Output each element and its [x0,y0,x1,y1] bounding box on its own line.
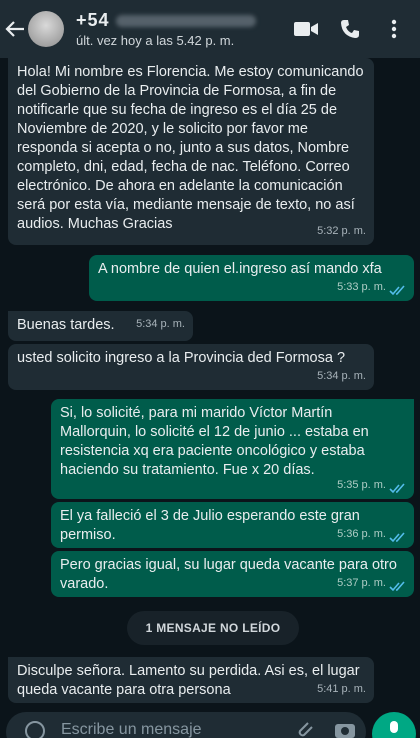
attach-icon[interactable] [294,718,314,738]
header-actions [284,18,416,40]
camera-icon[interactable] [334,720,356,738]
message-time: 5:37 p. m. [337,577,386,589]
emoji-icon[interactable] [24,720,46,738]
last-seen-status: últ. vez hoy a las 5.42 p. m. [76,33,235,48]
redacted-number [115,15,256,28]
message-time: 5:36 p. m. [337,528,386,540]
more-vertical-icon [391,19,397,39]
message-outgoing[interactable]: Si, lo solicité, para mi marido Víctor M… [51,399,414,499]
avatar[interactable] [28,11,64,47]
message-time: 5:41 p. m. [317,683,366,695]
message-outgoing[interactable]: Pero gracias igual, su lugar queda vacan… [51,551,414,597]
read-ticks-icon [389,483,405,494]
message-composer: Escribe un mensaje [0,712,420,738]
video-camera-icon [294,22,318,36]
video-call-button[interactable] [284,18,328,40]
message-outgoing[interactable]: El ya falleció el 3 de Julio esperando e… [51,502,414,548]
read-ticks-icon [389,285,405,296]
message-incoming[interactable]: Disculpe señora. Lamento su perdida. Asi… [8,657,374,703]
menu-button[interactable] [372,18,416,40]
message-text: A nombre de quien el.ingreso así mando x… [98,261,382,277]
message-time: 5:34 p. m. [136,318,185,330]
phone-icon [341,20,359,38]
message-text: Si, lo solicité, para mi marido Víctor M… [60,405,369,478]
message-time: 5:34 p. m. [317,370,366,382]
message-time: 5:35 p. m. [337,479,386,491]
read-ticks-icon [389,581,405,592]
contact-info[interactable]: +54 últ. vez hoy a las 5.42 p. m. [76,10,284,48]
voice-call-button[interactable] [328,18,372,40]
message-incoming[interactable]: Buenas tardes. 5:34 p. m. [8,311,193,341]
message-input[interactable]: Escribe un mensaje [6,712,366,738]
microphone-icon [390,721,398,733]
message-text: Buenas tardes. [17,317,115,333]
message-outgoing[interactable]: A nombre de quien el.ingreso así mando x… [89,255,414,301]
unread-messages-divider: 1 MENSAJE NO LEÍDO [127,611,299,645]
message-text: Disculpe señora. Lamento su perdida. Asi… [17,663,360,698]
chat-header: +54 últ. vez hoy a las 5.42 p. m. [0,0,420,58]
microphone-button[interactable] [372,712,416,738]
chat-area: Hola! Mi nombre es Florencia. Me estoy c… [0,0,420,738]
message-text: El ya falleció el 3 de Julio esperando e… [60,508,360,543]
message-incoming[interactable]: usted solicito ingreso a la Provincia de… [8,344,374,390]
message-text: Hola! Mi nombre es Florencia. Me estoy c… [17,64,364,232]
message-text: usted solicito ingreso a la Provincia de… [17,350,346,366]
message-incoming[interactable]: Hola! Mi nombre es Florencia. Me estoy c… [8,58,374,245]
message-time: 5:33 p. m. [337,281,386,293]
message-input-placeholder: Escribe un mensaje [61,721,202,738]
contact-name: +54 [76,10,110,30]
message-time: 5:32 p. m. [317,225,366,237]
back-arrow-icon[interactable] [4,18,26,40]
read-ticks-icon [389,532,405,543]
